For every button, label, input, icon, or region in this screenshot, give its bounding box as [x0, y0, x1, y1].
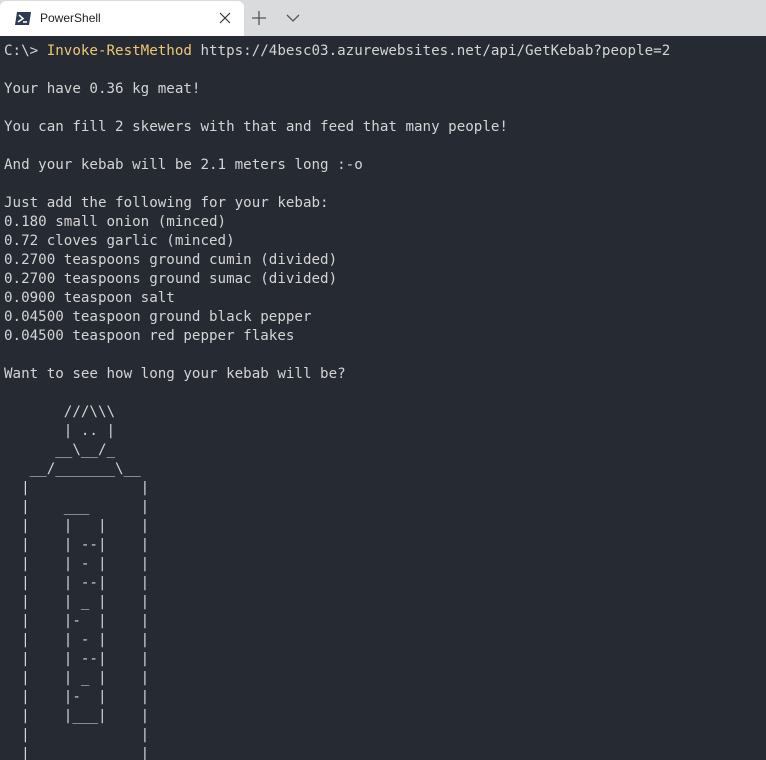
chevron-down-icon[interactable] — [285, 12, 301, 24]
terminal-pane[interactable]: C:\> Invoke-RestMethod https://4besc03.a… — [0, 36, 766, 760]
tab-title: PowerShell — [40, 11, 101, 25]
command-argument: https://4besc03.azurewebsites.net/api/Ge… — [191, 43, 671, 59]
powershell-icon — [15, 12, 31, 25]
command-output: Your have 0.36 kg meat! You can fill 2 s… — [4, 81, 508, 760]
prompt: C:\> — [4, 43, 47, 59]
tab-bar: PowerShell — [0, 0, 766, 36]
command-name: Invoke-RestMethod — [46, 43, 192, 59]
plus-icon[interactable] — [251, 10, 267, 26]
terminal-output: C:\> Invoke-RestMethod https://4besc03.a… — [4, 42, 670, 760]
tab-powershell[interactable]: PowerShell — [0, 1, 244, 36]
close-icon[interactable] — [218, 11, 232, 25]
